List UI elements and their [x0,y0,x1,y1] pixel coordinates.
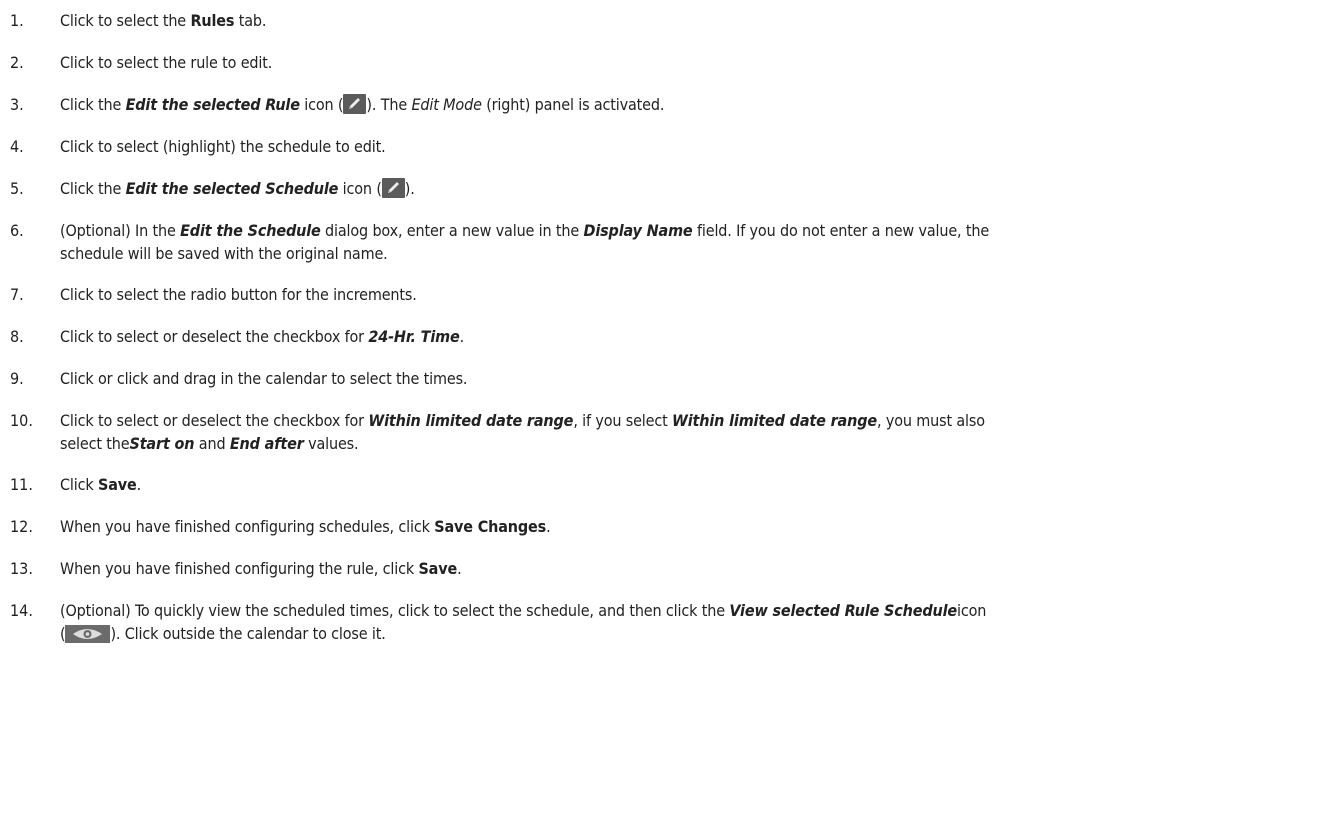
step-number: 10. [10,411,33,430]
step-text: Click to select the rule to edit. [60,53,273,72]
step-number: 9. [10,369,24,388]
ui-term: Display Name [583,221,693,240]
step-text: When you have finished configuring sched… [60,517,551,536]
step-text: Click to select or deselect the checkbox… [60,327,464,346]
step-number: 11. [10,475,33,494]
ui-term: Rules [190,11,235,30]
ui-term: Save [418,559,458,578]
ui-term: Within limited date range [368,411,574,430]
ui-term: 24-Hr. Time [368,327,460,346]
ui-term: Edit the selected Schedule [125,179,339,198]
ui-term: Edit Mode [411,95,482,114]
ui-term: Edit the selected Rule [125,95,300,114]
step-number: 7. [10,285,24,304]
step-text: Click to select the Rules tab. [60,11,267,30]
step-text: Click or click and drag in the calendar … [60,369,468,388]
step-number: 3. [10,95,24,114]
ui-term: Start on [129,434,195,453]
step-number: 5. [10,179,24,198]
step-number: 14. [10,601,33,620]
step-number: 2. [10,53,24,72]
step-text: Click to select (highlight) the schedule… [60,137,386,156]
step-text: Click the Edit the selected Schedule ico… [60,178,415,198]
step-number: 12. [10,517,33,536]
step-number: 4. [10,137,24,156]
step-text: When you have finished configuring the r… [60,559,462,578]
step-text: Click to select the radio button for the… [60,285,417,304]
pencil-icon [343,94,367,114]
step-number: 13. [10,559,33,578]
step-number: 8. [10,327,24,346]
step-number: 1. [10,11,24,30]
ui-term: Save Changes [434,517,547,536]
ui-term: Within limited date range [672,411,877,430]
eye-icon [65,625,111,643]
ui-term: Save [97,475,137,494]
step-number: 6. [10,221,24,240]
ui-term: View selected Rule Schedule [729,601,958,620]
step-text: Click Save. [60,475,142,494]
step-text: (Optional) In the Edit the Schedule dial… [60,221,990,263]
pencil-icon [381,178,405,198]
step-text: Click the Edit the selected Rule icon ()… [60,94,665,114]
step-text: Click to select or deselect the checkbox… [60,411,985,453]
step-text: (Optional) To quickly view the scheduled… [60,601,987,643]
ui-term: End after [229,434,304,453]
ui-term: Edit the Schedule [180,221,321,240]
document-page: { "steps": [ {"num": "1.", "parts": ["Cl… [0,0,1317,825]
